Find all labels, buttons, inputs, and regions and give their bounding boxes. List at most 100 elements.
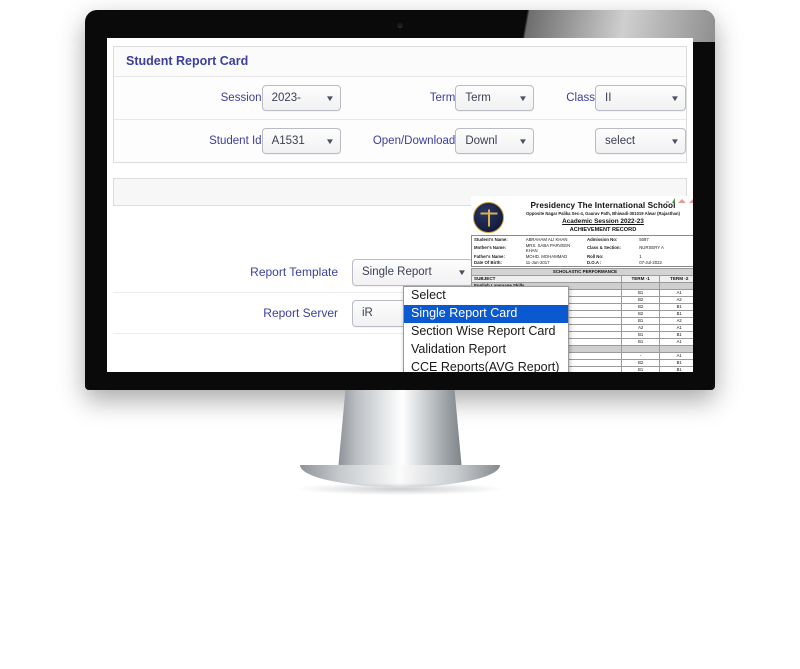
performance-band-row: SCHOLASTIC PERFORMANCE [471,267,693,276]
grade-cell: B2 [620,358,661,367]
report-template-select[interactable]: Single Report ▼ [352,258,473,286]
section-control: select ▼ [595,128,686,154]
grade-cell: B1 [620,288,661,297]
app-page: Student Report Card Session 2023- ▼ Term… [107,38,693,372]
student-info-table: Student's Name: ABRAHAM ALI KHAN Admission… [471,235,693,267]
grade-cell [620,344,661,353]
grade-cell: A2 [659,316,693,325]
dropdown-option[interactable]: Validation Report [404,341,568,359]
form-row: Student Id A1531 ▼ Open/Download Downl ▼… [114,119,686,162]
student-id-control: A1531 ▼ [261,128,341,154]
base-shadow [297,483,503,495]
info-value: NURSERY A [639,245,664,251]
grade-cell: B1 [620,316,661,325]
report-header: Presidency The International School Oppo… [471,196,693,233]
info-key: Date Of Birth: [474,260,502,266]
chevron-down-icon: ▼ [324,93,335,103]
page-title: Student Report Card [114,47,686,76]
class-select[interactable]: II ▼ [595,85,686,111]
dropdown-option[interactable]: CCE Reports(AVG Report) [404,359,568,372]
student-id-value: A1531 [271,135,305,147]
class-label: Class [566,92,595,104]
student-info-row: Mother's Name: MRS. SABA PARVEEN KHAN Clas… [472,242,694,253]
class-value: II [605,92,612,104]
form-row: Session 2023- ▼ Term Term ▼ Class II ▼ [114,76,686,119]
school-crest-icon [473,202,504,233]
student-report-card-panel: Student Report Card Session 2023- ▼ Term… [113,46,687,163]
info-key: Mother's Name: [474,245,507,251]
info-key: D.O.A : [586,260,602,266]
term-control: Term ▼ [455,85,535,111]
gray-mark-icon [666,201,669,203]
grade-cell: B1 [620,330,661,339]
session-select[interactable]: 2023- ▼ [261,85,341,111]
pink-triangle-icon [689,199,693,203]
field-session: Session [114,92,262,104]
field-term: Term [341,92,456,104]
grade-cell: B1 [659,302,693,311]
grade-cell: B1 [659,309,693,318]
report-titles: Presidency The International School Oppo… [509,199,693,233]
grade-cell: A1 [659,351,693,360]
chevron-down-icon: ▼ [457,267,467,277]
chevron-down-icon: ▼ [670,93,680,103]
grade-cell [659,281,693,290]
grade-cell: B2 [620,295,661,304]
monitor-neck [338,390,462,470]
record-title: ACHIEVEMENT RECORD [569,227,637,233]
term-select[interactable]: Term ▼ [455,85,535,111]
green-flag-icon [672,198,675,203]
field-student-id: Student Id [114,135,262,147]
school-address: Opposite Nagar Palika Sec-4, Gaurav Path… [526,211,680,216]
open-download-label: Open/Download [372,135,456,147]
grade-cell: A2 [659,295,693,304]
grade-cell: A1 [659,323,693,332]
grade-cell: B1 [620,365,661,372]
report-server-label: Report Server [263,306,338,320]
grade-cell: A1 [659,337,693,346]
column-header: SUBJECT [471,274,622,283]
student-id-label: Student Id [209,135,262,147]
open-download-value: Downl [465,135,498,147]
info-key: Student's Name: [474,236,508,242]
info-value: 11-Jun-2017 [525,260,550,266]
chevron-down-icon: ▼ [518,136,529,146]
chevron-down-icon: ▼ [518,93,529,103]
info-key: Class & Section: [586,245,621,251]
grade-cell [620,281,661,290]
grade-cell: - [620,351,661,360]
dropdown-option[interactable]: Section Wise Report Card [404,323,568,341]
field-class: Class [534,92,595,104]
grade-cell: B1 [659,365,693,372]
column-header: TERM -2 [659,274,693,283]
dropdown-option[interactable]: Single Report Card [404,305,568,323]
open-download-select[interactable]: Downl ▼ [455,128,535,154]
student-info-row: Date Of Birth: 11-Jun-2017 D.O.A : 07-Jul-2… [472,260,694,267]
grade-cell: A2 [620,323,661,332]
student-info-row: Student's Name: ABRAHAM ALI KHAN Admission… [472,236,694,243]
session-label: Session [220,92,262,104]
report-server-value: iR [362,307,373,319]
grade-cell: B1 [620,337,661,346]
performance-header-row: SUBJECT TERM -1 TERM -2 [471,274,693,283]
column-header: TERM -1 [620,274,661,283]
report-template-dropdown-list[interactable]: Select Single Report Card Section Wise Rep… [403,286,569,372]
dropdown-option[interactable]: Select [404,287,568,305]
performance-band-label: SCHOLASTIC PERFORMANCE [471,267,693,276]
field-open-download: Open/Download [341,135,456,147]
form-body: Session 2023- ▼ Term Term ▼ Class II ▼ S… [114,76,686,162]
term-value: Term [465,92,491,104]
academic-session: Academic Session 2022-23 [562,218,644,225]
section-select[interactable]: select ▼ [595,128,686,154]
report-template-value: Single Report [362,266,432,278]
info-value: 5087 [639,236,649,242]
grade-cell: B2 [620,309,661,318]
grade-cell: B2 [620,302,661,311]
imac-monitor: Student Report Card Session 2023- ▼ Term… [85,10,715,495]
student-id-select[interactable]: A1531 ▼ [261,128,341,154]
open-download-control: Downl ▼ [455,128,535,154]
term-label: Term [429,92,456,104]
webcam-icon [397,23,403,28]
info-value: ABRAHAM ALI KHAN [525,236,568,242]
report-template-label: Report Template [250,265,338,279]
